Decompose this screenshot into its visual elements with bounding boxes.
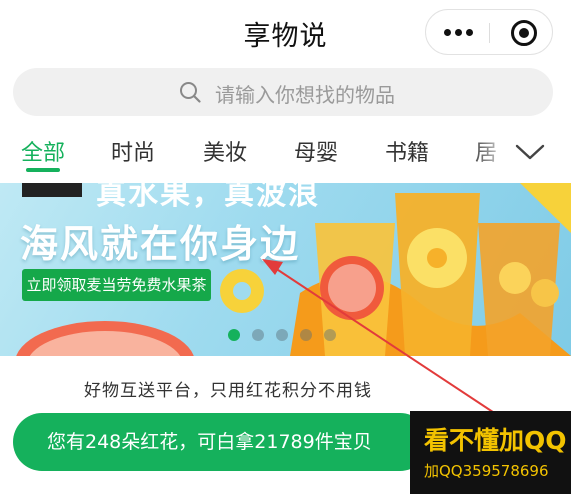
carousel-dot[interactable] (300, 329, 312, 341)
target-close-icon[interactable] (511, 20, 537, 46)
top-bar: 享物说 (0, 0, 571, 62)
mini-program-capsule (425, 9, 553, 55)
banner-cta-button[interactable]: 立即领取麦当劳免费水果茶 (22, 269, 211, 301)
banner-title: 海风就在你身边 (20, 222, 301, 266)
watermark-line2: 加QQ359578696 (424, 462, 549, 480)
tab-beauty[interactable]: 美妆 (203, 135, 247, 167)
search-bar[interactable]: 请输入你想找的物品 (13, 68, 553, 116)
tabs-fade (470, 128, 510, 180)
tab-all[interactable]: 全部 (21, 135, 65, 167)
search-icon (180, 82, 201, 103)
red-flower-cta-button[interactable]: 您有248朵红花，可白拿21789件宝贝 (13, 413, 429, 471)
category-tabs: 全部 时尚 美妆 母婴 书籍 居 (0, 128, 571, 180)
carousel-dot[interactable] (324, 329, 336, 341)
promo-banner[interactable]: 真水果，真波浪 海风就在你身边 立即领取麦当劳免费水果茶 (0, 183, 571, 356)
carousel-dot[interactable] (252, 329, 264, 341)
capsule-divider (489, 23, 490, 43)
watermark-line1: 看不懂加QQ (424, 426, 567, 455)
banner-subtitle: 真水果，真波浪 (96, 183, 320, 212)
tab-books[interactable]: 书籍 (385, 135, 429, 167)
banner-logo (22, 183, 82, 197)
search-placeholder: 请输入你想找的物品 (215, 83, 395, 107)
platform-tagline: 好物互送平台，只用红花积分不用钱 (84, 381, 372, 401)
tab-fashion[interactable]: 时尚 (111, 135, 155, 167)
active-tab-indicator (26, 168, 60, 172)
tab-baby[interactable]: 母婴 (294, 135, 338, 167)
carousel-dot[interactable] (228, 329, 240, 341)
carousel-indicators (228, 329, 348, 343)
more-dots-icon[interactable] (444, 29, 474, 37)
carousel-dot[interactable] (276, 329, 288, 341)
qq-watermark: 看不懂加QQ 加QQ359578696 (410, 411, 571, 494)
chevron-down-icon[interactable] (510, 134, 550, 170)
